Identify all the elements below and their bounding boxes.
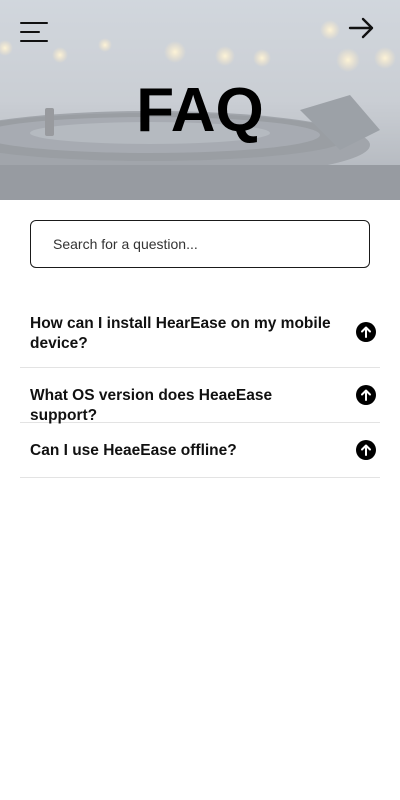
faq-item[interactable]: What OS version does HeaeEase support? — [20, 368, 380, 424]
arrow-up-circle-icon[interactable] — [356, 322, 376, 342]
search-input[interactable] — [30, 220, 370, 268]
arrow-right-icon[interactable] — [348, 16, 376, 40]
faq-item[interactable]: Can I use HeaeEase offline? — [20, 423, 380, 478]
faq-list: How can I install HearEase on my mobile … — [20, 300, 380, 478]
hero-banner: FAQ — [0, 0, 400, 200]
faq-question: Can I use HeaeEase offline? — [30, 442, 237, 459]
arrow-up-circle-icon[interactable] — [356, 440, 376, 460]
page-title: FAQ — [136, 76, 264, 145]
arrow-up-circle-icon[interactable] — [356, 385, 376, 405]
faq-question: What OS version does HeaeEase support? — [30, 387, 273, 424]
search-box — [30, 220, 370, 268]
faq-item[interactable]: How can I install HearEase on my mobile … — [20, 300, 380, 368]
hamburger-menu-icon[interactable] — [20, 20, 50, 44]
faq-question: How can I install HearEase on my mobile … — [30, 315, 331, 352]
